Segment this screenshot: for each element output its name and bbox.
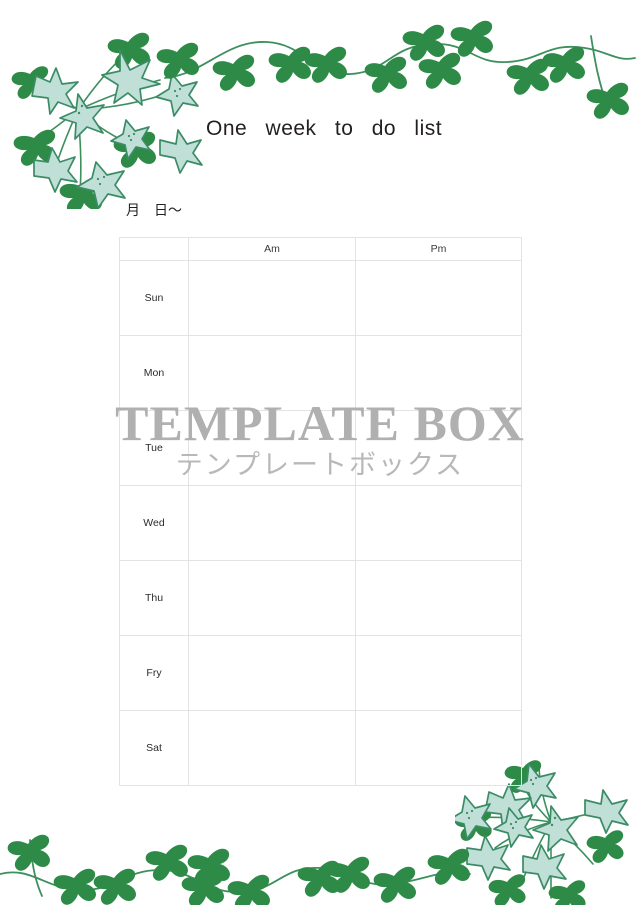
table-row: Mon bbox=[119, 335, 522, 411]
table-row: Wed bbox=[119, 485, 522, 561]
slot-tue-pm[interactable] bbox=[355, 410, 522, 486]
slot-mon-am[interactable] bbox=[188, 335, 356, 411]
day-label-sat: Sat bbox=[119, 710, 189, 786]
slot-wed-am[interactable] bbox=[188, 485, 356, 561]
table-row: Tue bbox=[119, 410, 522, 486]
slot-wed-pm[interactable] bbox=[355, 485, 522, 561]
day-label-wed: Wed bbox=[119, 485, 189, 561]
header-pm-column: Pm bbox=[355, 237, 522, 261]
slot-fry-am[interactable] bbox=[188, 635, 356, 711]
slot-mon-pm[interactable] bbox=[355, 335, 522, 411]
slot-fry-pm[interactable] bbox=[355, 635, 522, 711]
page-title: One week to do list bbox=[206, 117, 443, 140]
slot-thu-am[interactable] bbox=[188, 560, 356, 636]
slot-thu-pm[interactable] bbox=[355, 560, 522, 636]
slot-sat-pm[interactable] bbox=[355, 710, 522, 786]
day-label-mon: Mon bbox=[119, 335, 189, 411]
page-canvas: One week to do list 月 日〜 Am Pm Sun Mon T… bbox=[0, 0, 640, 905]
weekly-schedule-table: Am Pm Sun Mon Tue Wed Thu Fry Sat bbox=[119, 237, 522, 786]
day-label-fry: Fry bbox=[119, 635, 189, 711]
table-row: Sat bbox=[119, 710, 522, 786]
leaf-vine-icon bbox=[0, 834, 471, 905]
leaf-vine-icon bbox=[156, 20, 636, 119]
slot-sun-am[interactable] bbox=[188, 260, 356, 336]
table-header-row: Am Pm bbox=[119, 237, 522, 261]
table-row: Fry bbox=[119, 635, 522, 711]
header-day-column bbox=[119, 237, 189, 261]
bellflower-cluster-icon bbox=[11, 32, 203, 209]
table-row: Thu bbox=[119, 560, 522, 636]
day-label-thu: Thu bbox=[119, 560, 189, 636]
table-row: Sun bbox=[119, 260, 522, 336]
slot-sat-am[interactable] bbox=[188, 710, 356, 786]
day-label-sun: Sun bbox=[119, 260, 189, 336]
slot-tue-am[interactable] bbox=[188, 410, 356, 486]
day-label-tue: Tue bbox=[119, 410, 189, 486]
date-entry-line: 月 日〜 bbox=[126, 202, 182, 218]
slot-sun-pm[interactable] bbox=[355, 260, 522, 336]
header-am-column: Am bbox=[188, 237, 356, 261]
